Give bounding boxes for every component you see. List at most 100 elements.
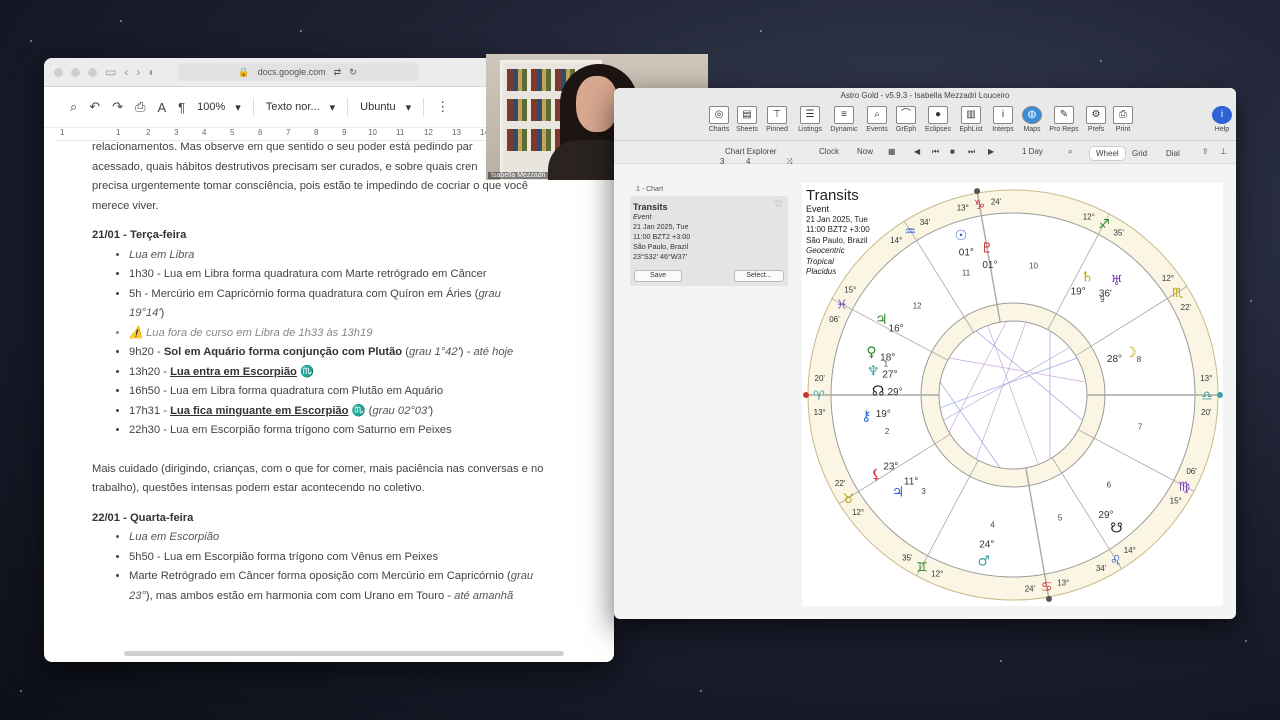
sidebar-icon[interactable]: ▭: [105, 65, 116, 79]
events-icon: ⌕: [867, 106, 887, 124]
minimize-button[interactable]: [71, 67, 80, 77]
axis-marker: [974, 188, 981, 195]
cusp-sign-glyph: ♑: [973, 198, 985, 213]
cusp-degree: 13°: [957, 204, 969, 213]
grid-tab[interactable]: Grid: [1126, 147, 1153, 160]
zoom-select[interactable]: 100% ▾: [197, 101, 241, 114]
info-icon: i: [993, 106, 1013, 124]
shuffle-icon[interactable]: ⤨: [786, 157, 792, 167]
save-button[interactable]: Save: [634, 270, 682, 282]
zoom-button[interactable]: [88, 67, 97, 77]
chevron-down-icon: ▾: [235, 101, 241, 114]
cusp-minute: 15°: [844, 285, 856, 294]
astro-toolbar: ◎ Charts ▤ Sheets ⊤ Pinned ☰ Listings ≡ Dynam…: [614, 104, 1236, 141]
reload-icon[interactable]: ↻: [349, 67, 357, 78]
tool-listings[interactable]: ☰ Listings: [793, 106, 827, 133]
tool-pro-reps[interactable]: ✎ Pro Reps: [1047, 106, 1081, 133]
list-item: Marte Retrógrado em Câncer forma oposiçã…: [129, 567, 566, 606]
step-back-icon[interactable]: ◀: [914, 147, 920, 156]
planet-glyph: ♂: [978, 553, 991, 569]
redo-icon[interactable]: ↷: [112, 99, 123, 115]
horizontal-scrollbar[interactable]: [124, 651, 564, 656]
paint-format-icon[interactable]: ¶: [178, 100, 185, 115]
cusp-sign-glyph: ♍: [1178, 480, 1190, 495]
cusp-degree: 12°: [1083, 212, 1095, 221]
paragraph-style-select[interactable]: Texto nor... ▾: [266, 101, 335, 114]
font-select[interactable]: Ubuntu ▾: [360, 101, 411, 114]
wheel-tab[interactable]: Wheel: [1090, 147, 1125, 160]
tool-eclipses[interactable]: ● Eclipses: [921, 106, 955, 133]
search-icon[interactable]: ⌕: [70, 99, 77, 115]
planet-degree: 24°: [979, 540, 994, 551]
tool-dynamic[interactable]: ≡ Dynamic: [827, 106, 861, 133]
share-icon[interactable]: ⇪: [1202, 147, 1209, 156]
print-icon: ⎙: [1113, 106, 1133, 124]
print-icon[interactable]: ⎙: [135, 99, 145, 115]
tool-help[interactable]: i Help: [1205, 106, 1236, 133]
window-title: Astro Gold - v5.9.3 - Isabella Mezzadri …: [614, 88, 1236, 104]
tool-pinned[interactable]: ⊤ Pinned: [760, 106, 794, 133]
planet-degree: 11°: [904, 476, 918, 487]
now-button[interactable]: Now: [857, 147, 873, 156]
warning-icon: ⚠️: [129, 326, 147, 339]
shield-icon[interactable]: ◐: [148, 65, 155, 79]
house-number: 12: [913, 302, 922, 311]
more-options-icon[interactable]: ⋮: [436, 99, 449, 115]
toolbar-divider: [423, 98, 425, 116]
cusp-minute: 34': [1096, 564, 1107, 573]
translate-icon[interactable]: ⇄: [334, 67, 342, 78]
tool-graph[interactable]: ⌒ GrEph: [889, 106, 923, 133]
presenter-face: [576, 76, 618, 132]
tool-maps[interactable]: ◍ Maps: [1015, 106, 1049, 133]
planet-degree: 16°: [889, 324, 904, 335]
planet-degree: 01°: [959, 247, 974, 258]
cusp-minute: 22': [1181, 303, 1192, 312]
clock-button[interactable]: Clock: [819, 147, 839, 156]
chart-explorer-label[interactable]: Chart Explorer: [725, 147, 777, 156]
planet-degree: 19°: [1071, 287, 1086, 298]
back-icon[interactable]: ‹: [124, 65, 128, 79]
list-item: 16h50 - Lua em Libra forma quadratura co…: [129, 382, 566, 402]
cusp-sign-glyph: ♓: [836, 298, 848, 313]
select-button[interactable]: Select...: [734, 270, 784, 282]
webcam-name-label: Isabella Mezzadri: [488, 172, 549, 179]
cusp-degree: 13°: [814, 408, 826, 417]
dial-tab[interactable]: Dial: [1160, 147, 1186, 160]
axis-marker: [1217, 392, 1223, 398]
pin-icon[interactable]: ⊥: [1220, 147, 1227, 156]
cusp-minute: 24': [991, 198, 1002, 207]
skip-back-icon[interactable]: ⏮: [932, 147, 939, 157]
chart-list-panel[interactable]: Transits Event 21 Jan 2025, Tue 11:00 BZ…: [630, 196, 788, 286]
panel-chart-title: Transits: [633, 202, 668, 212]
skip-forward-icon[interactable]: ⏭: [968, 147, 975, 157]
cusp-minute: 34': [920, 218, 931, 227]
page-3[interactable]: 3: [720, 157, 724, 166]
dynamic-icon: ≡: [834, 106, 854, 124]
chart-wheel-area[interactable]: Transits Event 21 Jan 2025, Tue 11:00 BZ…: [802, 183, 1223, 606]
forward-icon[interactable]: ›: [136, 65, 140, 79]
cusp-sign-glyph: ♎: [1201, 389, 1213, 404]
document-body[interactable]: relacionamentos. Mas observe em que sent…: [44, 138, 614, 662]
play-icon[interactable]: ▶: [988, 147, 994, 156]
page-4[interactable]: 4: [746, 157, 750, 166]
list-item: ⚠️ Lua fora de curso em Libra de 1h33 às…: [129, 324, 566, 344]
natal-wheel[interactable]: 10987654321121113° ♑ 24'12°♐35'12°♏22'13°♎…: [802, 183, 1223, 606]
planet-degree: 01°: [982, 260, 997, 271]
address-bar[interactable]: 🔒 docs.google.com ⇄ ↻: [177, 63, 418, 81]
planet-glyph: ♅: [1110, 273, 1123, 289]
tool-ephlist[interactable]: ▥ EphList: [954, 106, 988, 133]
search-icon[interactable]: ⌕: [1068, 147, 1072, 157]
tool-print[interactable]: ⎙ Print: [1106, 106, 1140, 133]
grid-icon[interactable]: ▦: [888, 147, 896, 156]
stop-icon[interactable]: ■: [950, 147, 955, 156]
close-button[interactable]: [54, 67, 63, 77]
star-icon[interactable]: ☆: [773, 197, 784, 209]
undo-icon[interactable]: ↶: [89, 99, 100, 115]
step-size[interactable]: 1 Day: [1022, 147, 1043, 156]
axis-marker: [1045, 595, 1052, 602]
cusp-minute: 22': [835, 479, 846, 488]
tool-sheets[interactable]: ▤ Sheets: [730, 106, 764, 133]
eclipses-icon: ●: [928, 106, 948, 124]
spellcheck-icon[interactable]: A: [158, 100, 167, 115]
help-icon: i: [1212, 106, 1232, 124]
